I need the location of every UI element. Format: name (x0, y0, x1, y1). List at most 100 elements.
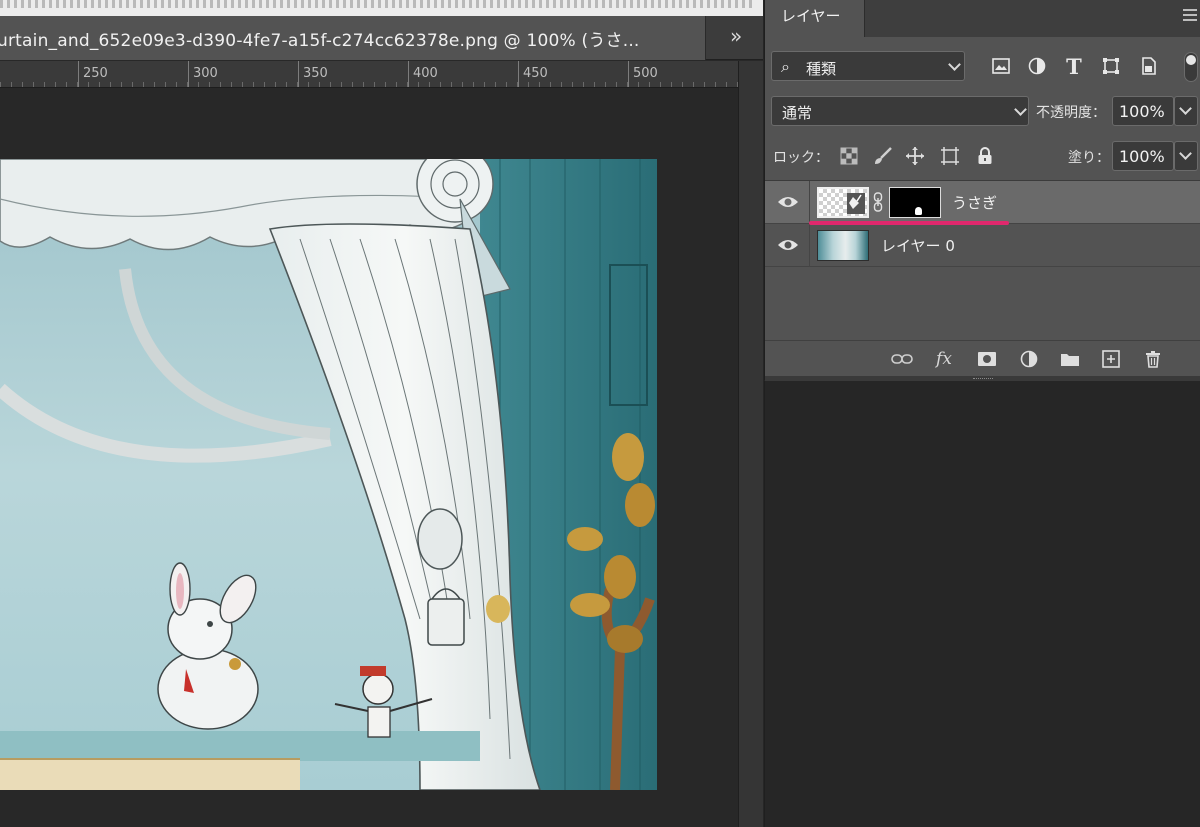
ruler-minor-tick (616, 82, 617, 87)
ruler-minor-tick (319, 82, 320, 87)
horizontal-ruler[interactable]: 250 300 350 400 450 500 (0, 61, 738, 88)
trash-icon[interactable] (1142, 349, 1164, 369)
chevron-down-icon (1179, 102, 1192, 115)
ruler-minor-tick (33, 82, 34, 87)
ruler-minor-tick (429, 82, 430, 87)
layer-name[interactable]: うさぎ (952, 192, 997, 213)
layer-mask-thumbnail[interactable] (889, 187, 941, 218)
ruler-minor-tick (187, 82, 188, 87)
ruler-minor-tick (506, 82, 507, 87)
adjustment-filter-icon[interactable] (1025, 55, 1049, 77)
ruler-minor-tick (22, 82, 23, 87)
ruler-minor-tick (374, 82, 375, 87)
ruler-minor-tick (517, 82, 518, 87)
opacity-field[interactable]: 100% (1112, 96, 1174, 126)
eye-icon[interactable] (777, 194, 799, 210)
empty-panel-area (764, 381, 1200, 827)
adjustment-layer-icon[interactable] (1018, 349, 1040, 369)
ruler-minor-tick (704, 82, 705, 87)
add-mask-icon[interactable] (976, 349, 998, 369)
type-filter-icon[interactable]: T (1062, 54, 1086, 79)
ruler-major-tick (188, 61, 189, 87)
ruler-minor-tick (275, 82, 276, 87)
image-filter-icon[interactable] (989, 55, 1013, 77)
ruler-minor-tick (638, 82, 639, 87)
layer-filter-label: 種類 (806, 60, 837, 78)
ruler-minor-tick (44, 82, 45, 87)
ruler-minor-tick (451, 82, 452, 87)
filter-toggle-switch[interactable] (1184, 52, 1198, 82)
smart-object-filter-icon[interactable] (1137, 55, 1161, 77)
ruler-minor-tick (176, 82, 177, 87)
fx-styles-icon[interactable]: fx (933, 349, 955, 369)
ruler-minor-tick (726, 82, 727, 87)
ruler-minor-tick (132, 82, 133, 87)
ruler-minor-tick (627, 82, 628, 87)
ruler-minor-tick (715, 82, 716, 87)
fill-label: 塗り： (1068, 150, 1110, 166)
layer-thumbnail[interactable] (817, 230, 869, 261)
ruler-minor-tick (649, 82, 650, 87)
annotation-highlight-underline (809, 221, 1009, 225)
ruler-label: 400 (413, 66, 438, 81)
new-group-icon[interactable] (1059, 349, 1081, 369)
ruler-minor-tick (352, 82, 353, 87)
ruler-minor-tick (66, 82, 67, 87)
ruler-minor-tick (209, 82, 210, 87)
ruler-major-tick (408, 61, 409, 87)
tab-layers[interactable]: レイヤー (765, 0, 865, 37)
layer-row-usagi[interactable]: うさぎ (765, 181, 1200, 224)
opacity-dropdown[interactable] (1174, 96, 1198, 126)
shape-filter-icon[interactable] (1099, 55, 1123, 77)
ruler-minor-tick (385, 82, 386, 87)
panel-header: レイヤー (765, 0, 1200, 37)
ruler-minor-tick (550, 82, 551, 87)
lock-transparent-pixels-icon[interactable] (838, 145, 860, 167)
document-tab[interactable]: urtain_and_652e09e3-d390-4fe7-a15f-c274c… (0, 16, 706, 60)
ruler-minor-tick (242, 82, 243, 87)
new-layer-icon[interactable] (1100, 349, 1122, 369)
opacity-label: 不透明度： (1036, 105, 1106, 121)
fill-field[interactable]: 100% (1112, 141, 1174, 171)
ruler-minor-tick (462, 82, 463, 87)
ruler-minor-tick (407, 82, 408, 87)
ruler-minor-tick (297, 82, 298, 87)
ruler-minor-tick (528, 82, 529, 87)
ruler-minor-tick (572, 82, 573, 87)
ruler-label: 500 (633, 66, 658, 81)
canvas-artwork (0, 159, 657, 790)
chevron-down-icon (1014, 103, 1027, 116)
eye-icon[interactable] (777, 237, 799, 253)
layer-row-layer-0[interactable]: レイヤー 0 (765, 224, 1200, 267)
layer-name[interactable]: レイヤー 0 (881, 235, 955, 256)
ruler-minor-tick (286, 82, 287, 87)
ruler-minor-tick (594, 82, 595, 87)
hamburger-icon[interactable] (1181, 6, 1199, 22)
lock-artboard-icon[interactable] (939, 145, 961, 167)
lock-label: ロック： (773, 150, 829, 166)
ruler-minor-tick (11, 82, 12, 87)
window-top-strip (0, 0, 763, 16)
mask-link-icon[interactable] (873, 192, 883, 212)
layer-filter-select[interactable]: ⌕ 種類 (771, 51, 965, 81)
lock-image-pixels-icon[interactable] (872, 145, 894, 167)
fill-value: 100% (1119, 147, 1165, 166)
layer-thumbnail[interactable] (817, 187, 869, 218)
ruler-minor-tick (330, 82, 331, 87)
ruler-minor-tick (539, 82, 540, 87)
image-canvas[interactable] (0, 159, 657, 790)
ruler-label: 450 (523, 66, 548, 81)
vertical-scrollbar[interactable] (738, 61, 763, 827)
document-tab-bar: urtain_and_652e09e3-d390-4fe7-a15f-c274c… (0, 16, 763, 60)
fill-dropdown[interactable] (1174, 141, 1198, 171)
ruler-label: 300 (193, 66, 218, 81)
search-icon: ⌕ (781, 57, 790, 76)
blend-mode-select[interactable]: 通常 (771, 96, 1029, 126)
link-layers-icon[interactable] (891, 349, 913, 369)
lock-position-icon[interactable] (904, 145, 926, 167)
lock-all-icon[interactable] (974, 145, 996, 167)
ruler-minor-tick (308, 82, 309, 87)
double-chevron-right-icon[interactable]: » (730, 24, 742, 48)
ruler-minor-tick (198, 82, 199, 87)
ruler-minor-tick (440, 82, 441, 87)
